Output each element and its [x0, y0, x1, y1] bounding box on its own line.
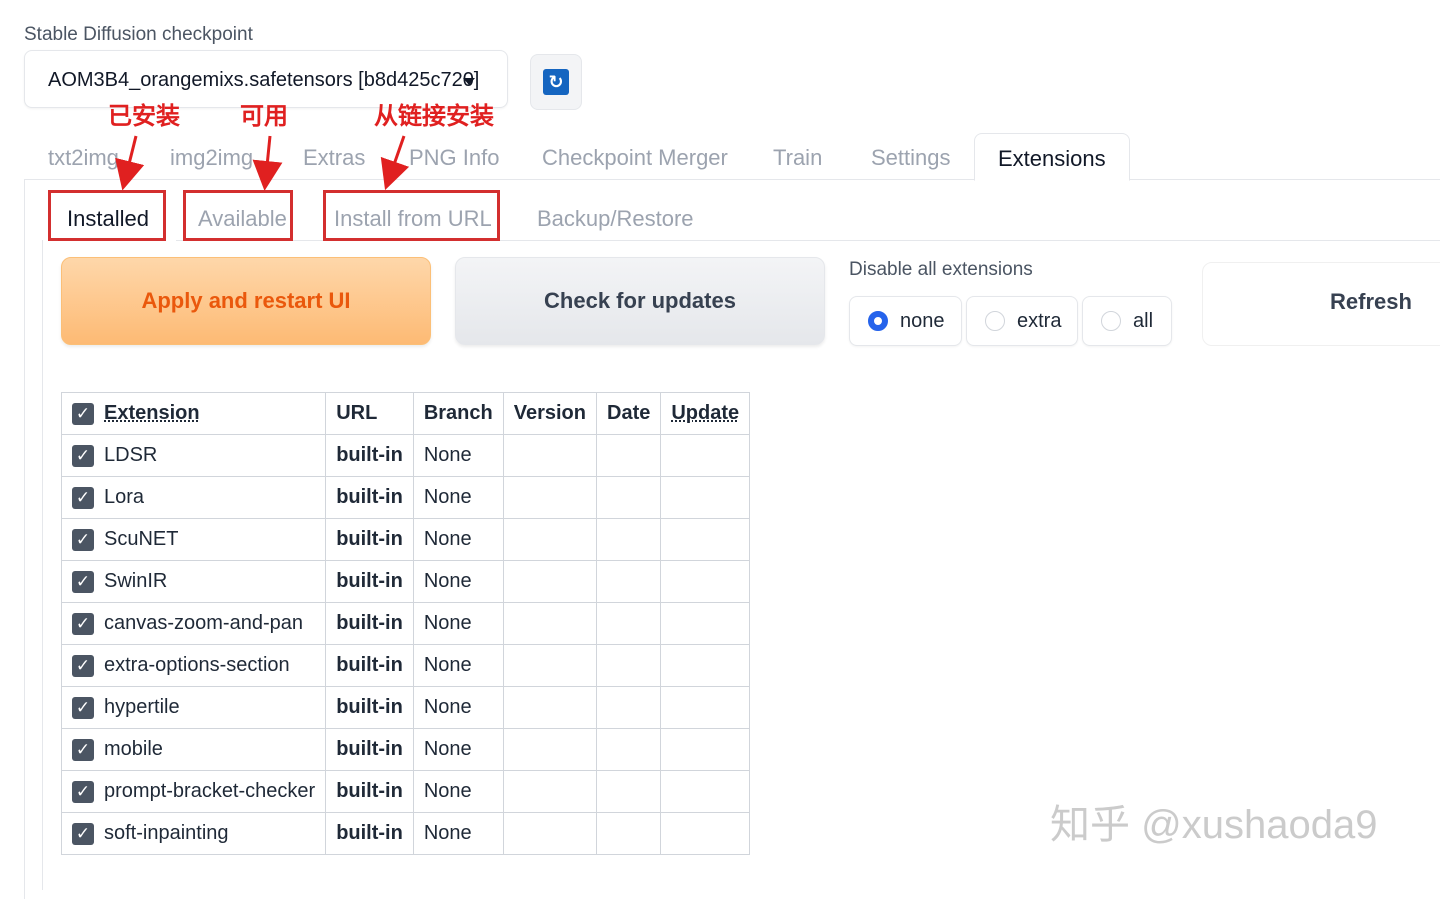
arrow-icon [252, 135, 283, 191]
watermark: 知乎 @xushaoda9 [1050, 803, 1378, 847]
arrow-icon [115, 135, 145, 191]
annotation-arrows [115, 135, 410, 191]
arrow-icon [380, 135, 410, 191]
